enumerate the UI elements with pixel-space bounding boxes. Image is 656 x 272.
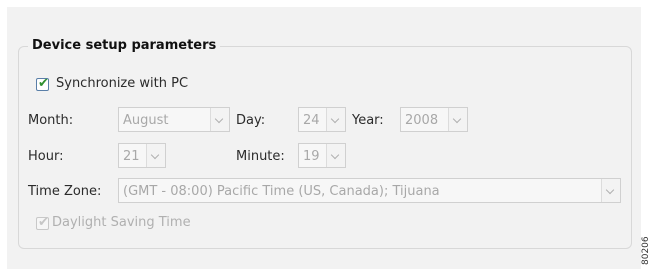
chevron-down-icon <box>605 185 615 195</box>
minute-value: 19 <box>303 149 320 164</box>
day-select[interactable]: 24 <box>298 107 346 132</box>
section-title: Device setup parameters <box>28 38 221 53</box>
timezone-dropdown-button[interactable] <box>601 179 620 202</box>
timezone-select[interactable]: (GMT - 08:00) Pacific Time (US, Canada);… <box>118 178 621 203</box>
timezone-label: Time Zone: <box>28 184 102 199</box>
year-dropdown-button[interactable] <box>448 108 467 131</box>
year-value: 2008 <box>405 113 439 128</box>
check-icon: ✔ <box>38 215 49 230</box>
month-label: Month: <box>28 113 74 128</box>
hour-dropdown-button[interactable] <box>146 144 165 167</box>
chevron-down-icon <box>214 114 224 124</box>
hour-select[interactable]: 21 <box>118 143 166 168</box>
minute-select[interactable]: 19 <box>298 143 346 168</box>
timezone-value: (GMT - 08:00) Pacific Time (US, Canada);… <box>123 184 440 199</box>
year-label: Year: <box>352 113 384 128</box>
month-select[interactable]: August <box>118 107 230 132</box>
month-dropdown-button[interactable] <box>210 108 229 131</box>
day-dropdown-button[interactable] <box>326 108 345 131</box>
chevron-down-icon <box>330 114 340 124</box>
chevron-down-icon <box>452 114 462 124</box>
hour-label: Hour: <box>28 149 64 164</box>
sync-label[interactable]: Synchronize with PC <box>56 76 188 91</box>
month-value: August <box>123 113 169 128</box>
day-value: 24 <box>303 113 320 128</box>
day-label: Day: <box>236 113 266 128</box>
daylight-saving-checkbox[interactable]: ✔ <box>36 215 49 230</box>
sync-checkbox[interactable]: ✔ <box>36 76 49 91</box>
figure-code: 80206 <box>641 236 651 265</box>
chevron-down-icon <box>150 150 160 160</box>
minute-dropdown-button[interactable] <box>326 144 345 167</box>
check-icon: ✔ <box>38 76 49 91</box>
year-select[interactable]: 2008 <box>400 107 468 132</box>
hour-value: 21 <box>123 149 140 164</box>
chevron-down-icon <box>330 150 340 160</box>
daylight-saving-label: Daylight Saving Time <box>52 215 191 230</box>
minute-label: Minute: <box>236 149 285 164</box>
